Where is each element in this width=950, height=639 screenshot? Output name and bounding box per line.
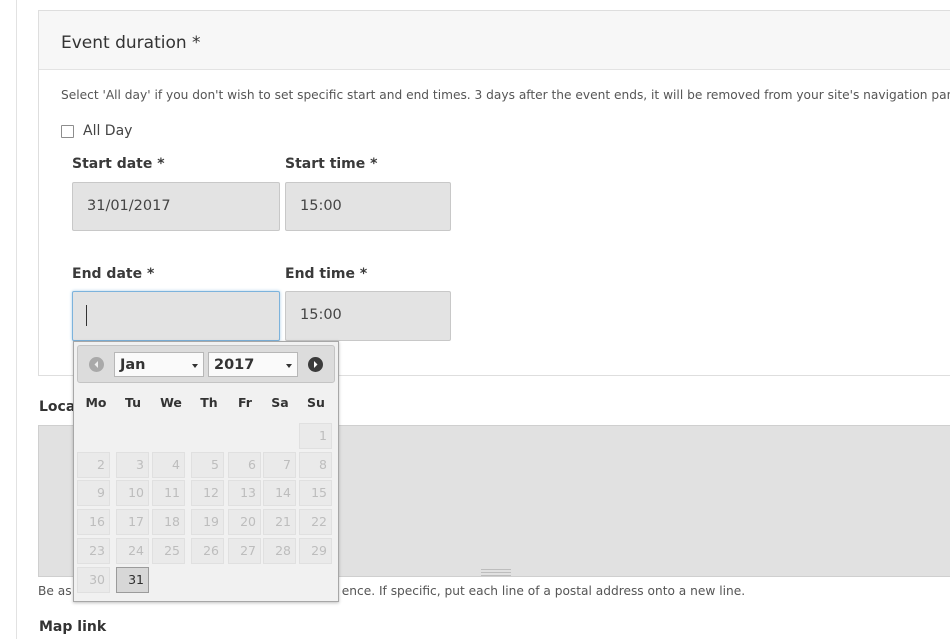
weekday-we: We — [160, 395, 182, 410]
location-label: Loca — [39, 399, 76, 415]
calendar-day: 28 — [263, 537, 296, 564]
month-select[interactable]: Jan — [114, 352, 204, 377]
calendar-day: 23 — [77, 537, 110, 564]
all-day-option[interactable]: All Day — [61, 123, 132, 139]
calendar-day: 9 — [77, 480, 110, 507]
calendar-day: 18 — [152, 509, 185, 536]
end-time-input[interactable]: 15:00 — [285, 291, 451, 341]
chevron-right-circle-icon[interactable] — [308, 357, 323, 372]
calendar-day: 13 — [228, 480, 261, 507]
calendar-day: 3 — [116, 451, 149, 478]
event-duration-panel: Event duration * Select 'All day' if you… — [38, 10, 950, 376]
calendar-day: 29 — [299, 537, 332, 564]
calendar-day: 10 — [116, 480, 149, 507]
end-date-input[interactable] — [72, 291, 280, 341]
month-value: Jan — [120, 357, 146, 373]
panel-description: Select 'All day' if you don't wish to se… — [61, 88, 950, 102]
location-hint-end: ence. If specific, put each line of a po… — [341, 584, 746, 598]
weekday-fr: Fr — [238, 395, 252, 410]
start-date-input[interactable]: 31/01/2017 — [72, 182, 280, 231]
datepicker-popup: Jan 2017 Mo Tu We Th Fr Sa Su 1234567891… — [73, 341, 339, 602]
calendar-day: 11 — [152, 480, 185, 507]
calendar-day: 17 — [116, 509, 149, 536]
calendar-day: 15 — [299, 480, 332, 507]
panel-title: Event duration * — [61, 33, 201, 53]
calendar-day: 14 — [263, 480, 296, 507]
text-caret — [86, 305, 87, 326]
calendar-day: 21 — [263, 509, 296, 536]
calendar-day: 2 — [77, 451, 110, 478]
start-time-input[interactable]: 15:00 — [285, 182, 451, 231]
start-date-label: Start date * — [72, 156, 165, 172]
calendar-day: 4 — [152, 451, 185, 478]
calendar-day: 24 — [116, 537, 149, 564]
chevron-down-icon — [192, 364, 198, 368]
chevron-down-icon — [286, 364, 292, 368]
all-day-checkbox[interactable] — [61, 124, 74, 138]
year-value: 2017 — [214, 357, 255, 373]
calendar-day: 30 — [77, 566, 110, 593]
start-time-label: Start time * — [285, 156, 378, 172]
resize-grip[interactable] — [481, 569, 511, 576]
calendar-day: 20 — [228, 509, 261, 536]
weekday-tu: Tu — [124, 395, 142, 410]
weekday-sa: Sa — [271, 395, 289, 410]
end-time-label: End time * — [285, 266, 368, 282]
calendar-day: 16 — [77, 509, 110, 536]
calendar-day: 19 — [191, 509, 224, 536]
all-day-label: All Day — [83, 123, 133, 139]
calendar-day: 27 — [228, 537, 261, 564]
panel-header: Event duration * — [39, 11, 950, 70]
calendar-day: 26 — [191, 537, 224, 564]
weekday-su: Su — [307, 395, 325, 410]
calendar-day: 25 — [152, 537, 185, 564]
year-select[interactable]: 2017 — [208, 352, 298, 377]
calendar-day: 22 — [299, 509, 332, 536]
weekday-th: Th — [200, 395, 218, 410]
datepicker-header: Jan 2017 — [77, 345, 335, 383]
calendar-day: 8 — [299, 451, 332, 478]
end-date-label: End date * — [72, 266, 155, 282]
chevron-left-circle-icon[interactable] — [89, 357, 104, 372]
calendar-day: 5 — [191, 451, 224, 478]
left-divider — [16, 0, 17, 639]
weekday-mo: Mo — [85, 395, 107, 410]
calendar-day: 7 — [263, 451, 296, 478]
calendar-day[interactable]: 31 — [116, 566, 149, 593]
calendar-day: 12 — [191, 480, 224, 507]
map-link-label: Map link — [39, 619, 107, 635]
calendar-day: 1 — [299, 423, 332, 449]
calendar-day: 6 — [228, 451, 261, 478]
